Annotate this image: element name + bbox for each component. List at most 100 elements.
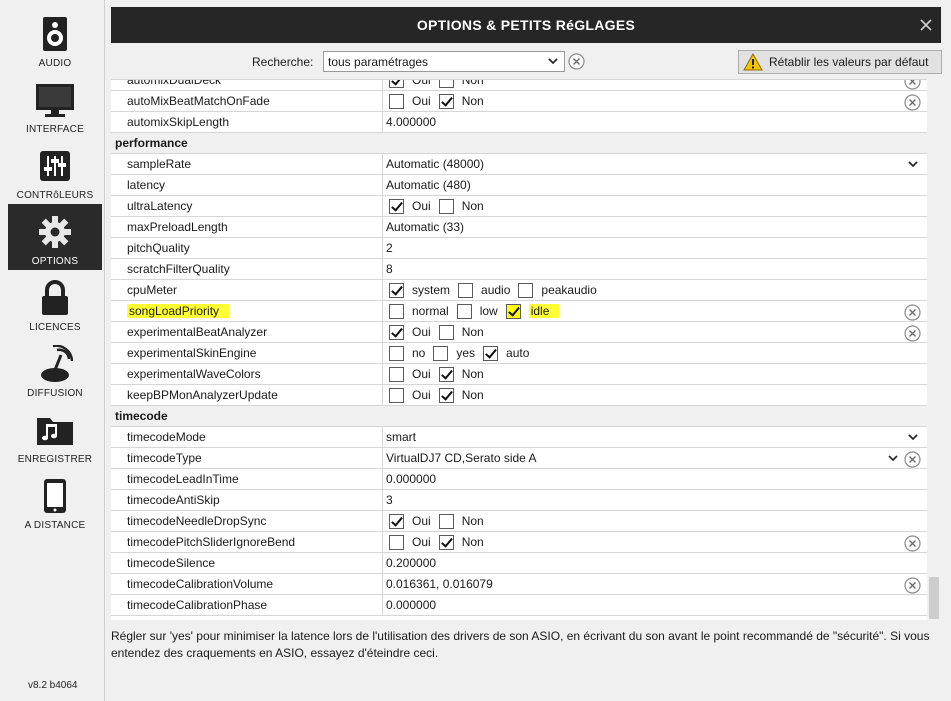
checkbox-unchecked[interactable] xyxy=(389,93,404,109)
checkbox-checked[interactable] xyxy=(438,387,454,403)
reset-setting-button[interactable] xyxy=(904,304,921,324)
checkbox-unchecked[interactable] xyxy=(433,345,449,361)
checkbox-unchecked[interactable] xyxy=(438,80,454,88)
scrollbar-thumb[interactable] xyxy=(929,577,939,619)
option-oui[interactable]: Oui xyxy=(389,198,431,214)
checkbox-unchecked[interactable] xyxy=(438,513,454,529)
column-divider xyxy=(382,112,383,132)
option-auto[interactable]: auto xyxy=(483,345,529,361)
option-audio[interactable]: audio xyxy=(458,282,510,298)
setting-value-field[interactable]: 0.200000 xyxy=(386,556,436,570)
checkbox-checked[interactable] xyxy=(389,513,404,529)
reset-defaults-button[interactable]: Rétablir les valeurs par défaut xyxy=(738,50,942,74)
setting-value-field[interactable]: Automatic (33) xyxy=(386,220,464,234)
search-filter-value: tous paramétrages xyxy=(328,54,429,69)
sidebar-item-enregistrer[interactable]: ENREGISTRER xyxy=(8,402,102,468)
sidebar-item-label: ENREGISTRER xyxy=(17,454,93,465)
reset-setting-button[interactable] xyxy=(904,94,921,114)
sidebar-item-diffusion[interactable]: DIFFUSION xyxy=(8,336,102,402)
settings-scrollbar[interactable] xyxy=(927,79,941,620)
reset-setting-button[interactable] xyxy=(904,535,921,555)
sidebar-item-options[interactable]: OPTIONS xyxy=(8,204,102,270)
checkbox-unchecked[interactable] xyxy=(458,282,474,298)
option-non[interactable]: Non xyxy=(438,387,484,403)
reset-setting-button[interactable] xyxy=(904,325,921,345)
option-label: Non xyxy=(461,94,484,108)
category-label: timecode xyxy=(115,409,168,423)
option-oui[interactable]: Oui xyxy=(389,366,431,382)
chevron-down-icon[interactable] xyxy=(907,158,919,173)
sidebar-item-interface[interactable]: INTERFACE xyxy=(8,72,102,138)
option-system[interactable]: system xyxy=(389,282,450,298)
option-no[interactable]: no xyxy=(389,345,425,361)
option-non[interactable]: Non xyxy=(438,513,484,529)
checkbox-unchecked[interactable] xyxy=(389,387,404,403)
settings-table: automixDualDeck Oui Non autoMixBeatMatchOnF… xyxy=(111,79,927,620)
setting-value-field[interactable]: 2 xyxy=(386,241,393,255)
checkbox-checked[interactable] xyxy=(389,282,404,298)
setting-select-value[interactable]: Automatic (48000) xyxy=(386,157,484,171)
search-clear-button[interactable] xyxy=(568,53,585,73)
sidebar-item-contr-leurs[interactable]: CONTRôLEURS xyxy=(8,138,102,204)
checkbox-unchecked[interactable] xyxy=(518,282,534,298)
option-oui[interactable]: Oui xyxy=(389,534,431,550)
checkbox-checked[interactable] xyxy=(505,303,521,319)
option-non[interactable]: Non xyxy=(438,534,484,550)
setting-value-field[interactable]: 3 xyxy=(386,493,393,507)
setting-value-field[interactable]: 4.000000 xyxy=(386,115,436,129)
setting-value-field[interactable]: Automatic (480) xyxy=(386,178,471,192)
option-oui[interactable]: Oui xyxy=(389,80,431,88)
setting-value-field[interactable]: 0.000000 xyxy=(386,472,436,486)
checkbox-checked[interactable] xyxy=(438,366,454,382)
checkbox-checked[interactable] xyxy=(483,345,499,361)
chevron-down-icon[interactable] xyxy=(887,452,899,467)
setting-options: Oui Non xyxy=(389,387,492,403)
column-divider xyxy=(382,553,383,573)
checkbox-checked[interactable] xyxy=(389,80,404,88)
sidebar-item-licences[interactable]: LICENCES xyxy=(8,270,102,336)
option-non[interactable]: Non xyxy=(438,80,484,88)
setting-row: timecodeLeadInTime 0.000000 xyxy=(111,469,927,490)
option-idle[interactable]: idle xyxy=(505,303,560,319)
checkbox-unchecked[interactable] xyxy=(389,366,404,382)
setting-value-field[interactable]: 0.016361, 0.016079 xyxy=(386,577,493,591)
checkbox-checked[interactable] xyxy=(389,198,404,214)
checkbox-checked[interactable] xyxy=(438,93,454,109)
option-low[interactable]: low xyxy=(456,303,498,319)
option-non[interactable]: Non xyxy=(438,198,484,214)
option-oui[interactable]: Oui xyxy=(389,324,431,340)
sidebar-item-a-distance[interactable]: A DISTANCE xyxy=(8,468,102,534)
checkbox-checked[interactable] xyxy=(438,534,454,550)
sidebar-item-audio[interactable]: AUDIO xyxy=(8,6,102,72)
search-filter-select[interactable]: tous paramétrages xyxy=(323,51,565,72)
option-non[interactable]: Non xyxy=(438,324,484,340)
setting-value-field[interactable]: 8 xyxy=(386,262,393,276)
setting-options: Oui Non xyxy=(389,366,492,382)
option-normal[interactable]: normal xyxy=(389,303,449,319)
chevron-down-icon[interactable] xyxy=(907,431,919,446)
option-oui[interactable]: Oui xyxy=(389,513,431,529)
monitor-icon xyxy=(35,80,75,120)
option-peakaudio[interactable]: peakaudio xyxy=(518,282,597,298)
column-divider xyxy=(382,469,383,489)
option-oui[interactable]: Oui xyxy=(389,93,431,109)
checkbox-unchecked[interactable] xyxy=(456,303,472,319)
setting-name: autoMixBeatMatchOnFade xyxy=(127,94,270,108)
option-label: normal xyxy=(412,304,449,318)
setting-select-value[interactable]: smart xyxy=(386,430,416,444)
option-oui[interactable]: Oui xyxy=(389,387,431,403)
checkbox-unchecked[interactable] xyxy=(438,324,454,340)
setting-value-field[interactable]: 0.000000 xyxy=(386,598,436,612)
option-yes[interactable]: yes xyxy=(433,345,475,361)
checkbox-unchecked[interactable] xyxy=(438,198,454,214)
reset-setting-button[interactable] xyxy=(904,577,921,597)
option-non[interactable]: Non xyxy=(438,366,484,382)
reset-setting-button[interactable] xyxy=(904,451,921,471)
option-non[interactable]: Non xyxy=(438,93,484,109)
checkbox-unchecked[interactable] xyxy=(389,345,404,361)
close-button[interactable] xyxy=(917,16,935,34)
checkbox-unchecked[interactable] xyxy=(389,534,404,550)
checkbox-checked[interactable] xyxy=(389,324,404,340)
setting-select-value[interactable]: VirtualDJ7 CD,Serato side A xyxy=(386,451,537,465)
checkbox-unchecked[interactable] xyxy=(389,303,404,319)
